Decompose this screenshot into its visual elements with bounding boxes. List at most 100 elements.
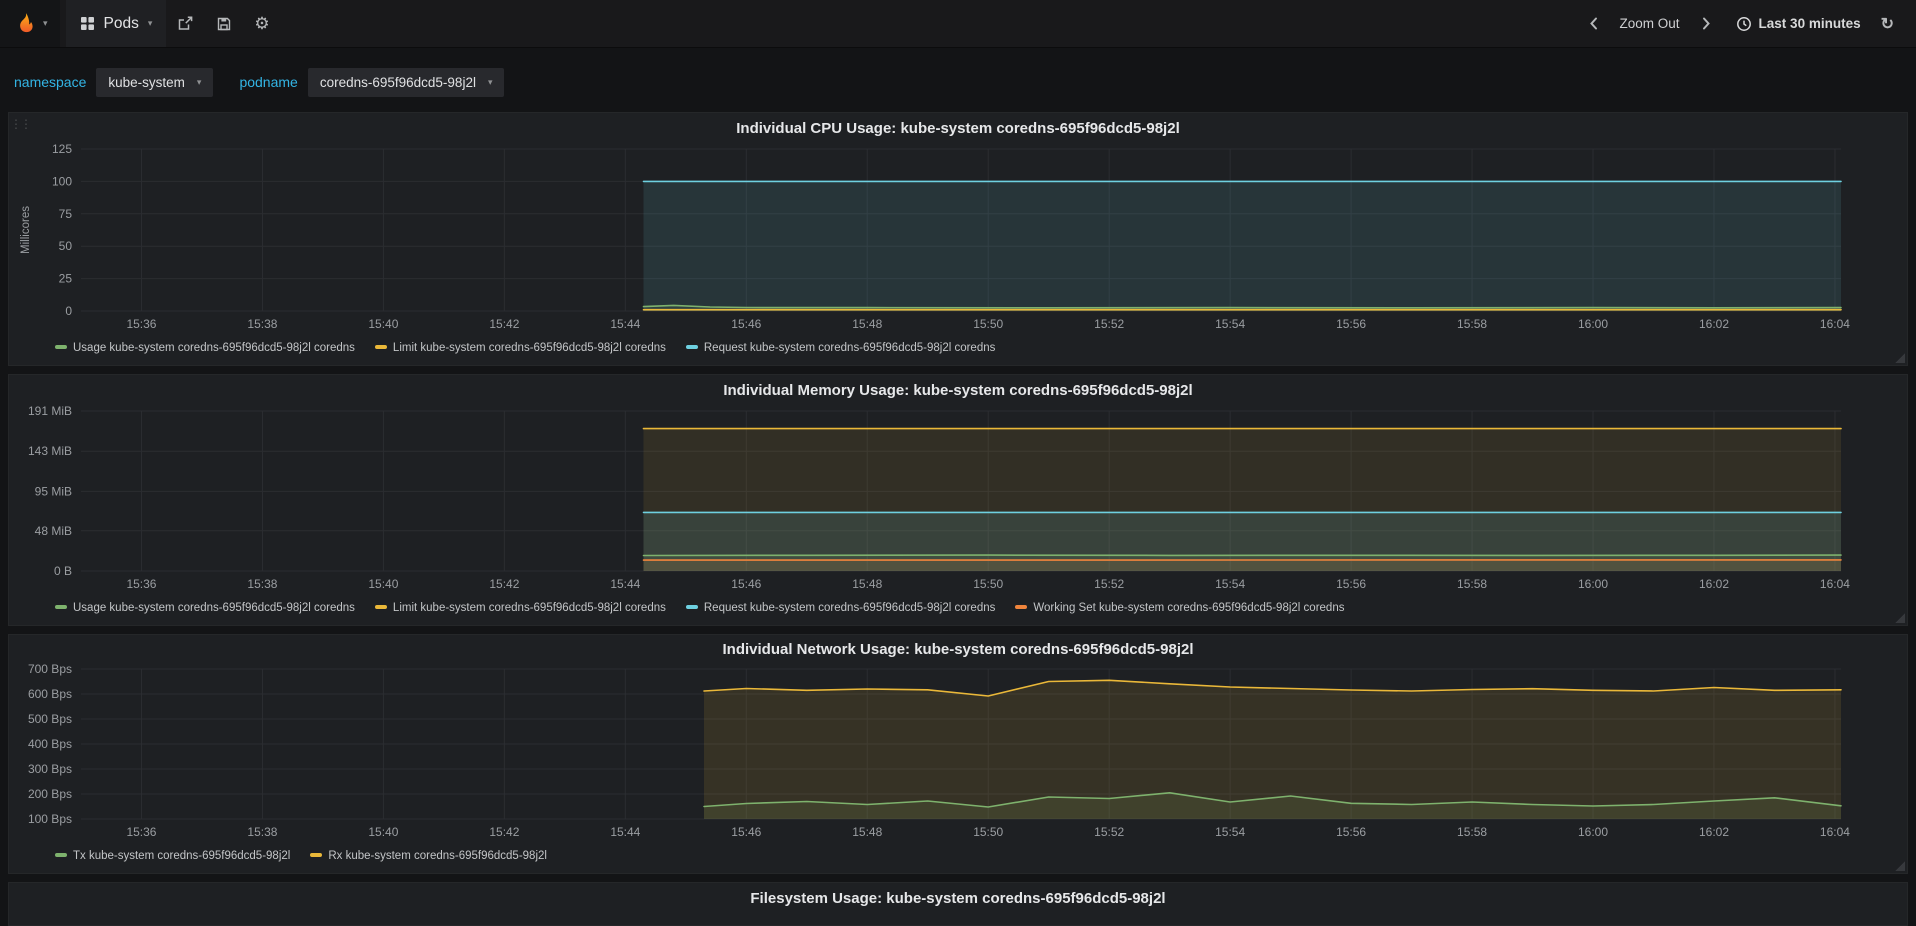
svg-text:15:44: 15:44 xyxy=(610,577,640,591)
save-icon xyxy=(218,17,231,30)
panel-resize-handle[interactable] xyxy=(1894,860,1905,871)
legend-item[interactable]: Usage kube-system coredns-695f96dcd5-98j… xyxy=(55,602,355,614)
svg-text:15:50: 15:50 xyxy=(973,317,1003,331)
svg-text:143 MiB: 143 MiB xyxy=(28,444,72,458)
svg-text:15:36: 15:36 xyxy=(126,577,156,591)
panel-title-memory[interactable]: Individual Memory Usage: kube-system cor… xyxy=(9,375,1907,403)
svg-text:15:36: 15:36 xyxy=(126,825,156,839)
refresh-button[interactable]: ↻ xyxy=(1873,14,1902,34)
svg-text:15:46: 15:46 xyxy=(731,577,761,591)
legend-item[interactable]: Limit kube-system coredns-695f96dcd5-98j… xyxy=(374,602,666,614)
time-range-picker[interactable]: Last 30 minutes xyxy=(1726,16,1871,32)
svg-text:15:48: 15:48 xyxy=(852,577,882,591)
dashboard-body: ⋮⋮ Individual CPU Usage: kube-system cor… xyxy=(0,112,1916,926)
podname-value: coredns-695f96dcd5-98j2l xyxy=(319,74,476,90)
svg-text:15:54: 15:54 xyxy=(1215,577,1245,591)
network-usage-chart[interactable]: 15:36 15:38 15:40 15:42 15:44 15:46 15:48 15:50… xyxy=(15,661,1901,845)
svg-text:15:38: 15:38 xyxy=(247,825,277,839)
panel-title-filesystem[interactable]: Filesystem Usage: kube-system coredns-69… xyxy=(9,883,1907,911)
chevron-down-icon: ▾ xyxy=(147,18,153,28)
svg-text:15:56: 15:56 xyxy=(1336,317,1366,331)
panel-title-cpu[interactable]: Individual CPU Usage: kube-system coredn… xyxy=(9,113,1907,141)
svg-text:16:00: 16:00 xyxy=(1578,825,1608,839)
svg-text:Millicores: Millicores xyxy=(20,206,32,254)
svg-text:15:44: 15:44 xyxy=(610,317,640,331)
panel-title-network[interactable]: Individual Network Usage: kube-system co… xyxy=(9,635,1907,661)
share-icon xyxy=(179,16,193,30)
memory-chart-legend: Usage kube-system coredns-695f96dcd5-98j… xyxy=(9,597,1907,619)
grafana-menu-button[interactable]: ▾ xyxy=(0,0,60,47)
time-forward-button[interactable] xyxy=(1688,0,1724,47)
panel-network-usage: Individual Network Usage: kube-system co… xyxy=(8,634,1908,874)
svg-text:200 Bps: 200 Bps xyxy=(28,787,72,801)
svg-text:0 B: 0 B xyxy=(54,564,72,578)
top-navbar: ▾ Pods ▾ ⚙ Zoom Out Last 30 minutes ↻ xyxy=(0,0,1916,48)
legend-item[interactable]: Usage kube-system coredns-695f96dcd5-98j… xyxy=(55,342,355,354)
svg-text:15:58: 15:58 xyxy=(1457,317,1487,331)
legend-item[interactable]: Tx kube-system coredns-695f96dcd5-98j2l xyxy=(55,850,290,862)
time-back-button[interactable] xyxy=(1576,0,1612,47)
time-range-label: Last 30 minutes xyxy=(1758,16,1861,31)
namespace-select[interactable]: kube-system ▾ xyxy=(96,67,214,97)
svg-text:50: 50 xyxy=(59,239,73,253)
chevron-down-icon: ▾ xyxy=(196,76,202,87)
svg-text:15:58: 15:58 xyxy=(1457,825,1487,839)
svg-text:15:54: 15:54 xyxy=(1215,317,1245,331)
share-button[interactable] xyxy=(166,0,205,47)
svg-text:400 Bps: 400 Bps xyxy=(28,737,72,751)
panel-filesystem-usage: Filesystem Usage: kube-system coredns-69… xyxy=(8,882,1908,926)
chevron-down-icon: ▾ xyxy=(43,18,48,28)
panel-drag-handle[interactable]: ⋮⋮ xyxy=(10,117,32,131)
svg-text:15:56: 15:56 xyxy=(1336,825,1366,839)
refresh-icon: ↻ xyxy=(1880,15,1894,33)
svg-text:15:38: 15:38 xyxy=(247,577,277,591)
svg-text:16:02: 16:02 xyxy=(1699,825,1729,839)
panel-memory-usage: Individual Memory Usage: kube-system cor… xyxy=(8,374,1908,626)
dashboard-grid-icon xyxy=(80,17,94,30)
svg-text:16:04: 16:04 xyxy=(1820,577,1850,591)
cpu-usage-chart[interactable]: 15:36 15:38 15:40 15:42 15:44 15:46 15:48 15:50… xyxy=(15,141,1901,337)
svg-text:15:58: 15:58 xyxy=(1457,577,1487,591)
podname-select[interactable]: coredns-695f96dcd5-98j2l ▾ xyxy=(307,67,505,97)
chevron-down-icon: ▾ xyxy=(487,76,493,87)
svg-text:15:40: 15:40 xyxy=(368,317,398,331)
legend-item[interactable]: Request kube-system coredns-695f96dcd5-9… xyxy=(685,602,995,614)
legend-item[interactable]: Rx kube-system coredns-695f96dcd5-98j2l xyxy=(310,850,547,862)
chevron-left-icon xyxy=(1589,17,1597,30)
svg-text:15:42: 15:42 xyxy=(489,577,519,591)
panel-resize-handle[interactable] xyxy=(1894,352,1905,363)
svg-text:25: 25 xyxy=(59,272,73,286)
svg-text:100 Bps: 100 Bps xyxy=(28,812,72,826)
save-button[interactable] xyxy=(205,0,243,47)
chevron-right-icon xyxy=(1702,17,1710,30)
svg-text:300 Bps: 300 Bps xyxy=(28,762,72,776)
variable-namespace: namespace kube-system ▾ xyxy=(14,67,214,97)
legend-item[interactable]: Limit kube-system coredns-695f96dcd5-98j… xyxy=(374,342,666,354)
svg-text:15:50: 15:50 xyxy=(973,825,1003,839)
memory-usage-chart[interactable]: 15:36 15:38 15:40 15:42 15:44 15:46 15:48 15:50… xyxy=(15,403,1901,597)
podname-label: podname xyxy=(239,74,298,90)
svg-text:15:48: 15:48 xyxy=(852,825,882,839)
svg-text:15:36: 15:36 xyxy=(126,317,156,331)
gear-icon: ⚙ xyxy=(254,14,270,33)
variable-podname: podname coredns-695f96dcd5-98j2l ▾ xyxy=(239,67,505,97)
settings-button[interactable]: ⚙ xyxy=(243,0,280,47)
svg-text:191 MiB: 191 MiB xyxy=(28,404,72,418)
legend-item[interactable]: Working Set kube-system coredns-695f96dc… xyxy=(1015,602,1344,614)
svg-text:16:00: 16:00 xyxy=(1578,577,1608,591)
dashboard-picker[interactable]: Pods ▾ xyxy=(65,0,167,47)
svg-text:48 MiB: 48 MiB xyxy=(35,524,72,538)
legend-item[interactable]: Request kube-system coredns-695f96dcd5-9… xyxy=(685,342,995,354)
svg-text:15:38: 15:38 xyxy=(247,317,277,331)
svg-text:15:52: 15:52 xyxy=(1094,825,1124,839)
svg-text:16:04: 16:04 xyxy=(1820,317,1850,331)
svg-text:16:00: 16:00 xyxy=(1578,317,1608,331)
zoom-out-button[interactable]: Zoom Out xyxy=(1614,16,1686,31)
svg-text:15:52: 15:52 xyxy=(1094,317,1124,331)
svg-text:15:46: 15:46 xyxy=(731,317,761,331)
svg-text:15:44: 15:44 xyxy=(610,825,640,839)
svg-text:15:48: 15:48 xyxy=(852,317,882,331)
dashboard-title: Pods xyxy=(103,14,139,32)
panel-resize-handle[interactable] xyxy=(1894,612,1905,623)
cpu-chart-legend: Usage kube-system coredns-695f96dcd5-98j… xyxy=(9,337,1907,359)
